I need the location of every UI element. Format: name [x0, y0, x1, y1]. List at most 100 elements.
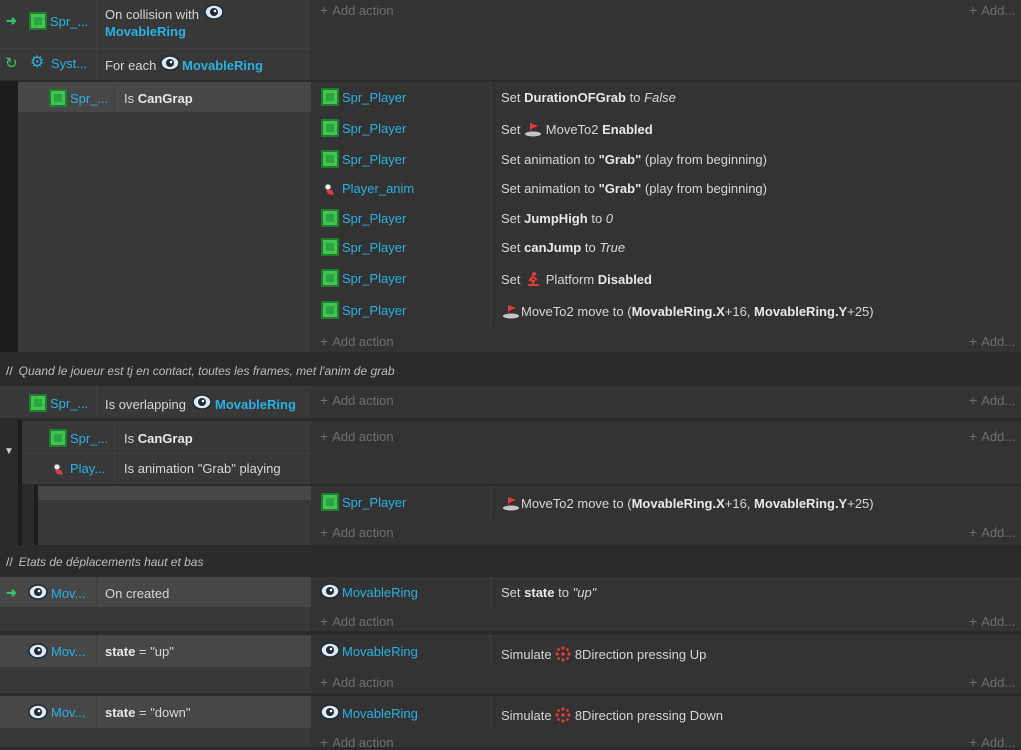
- action-text[interactable]: Set state to "up": [501, 585, 596, 601]
- divider: [0, 48, 311, 49]
- add-action-button[interactable]: + Add action: [320, 392, 394, 408]
- action-object[interactable]: MovableRing: [342, 706, 418, 722]
- action-text[interactable]: Simulate 8Direction pressing Up: [501, 646, 706, 663]
- sprite-icon: [321, 301, 339, 319]
- add-action-button[interactable]: + Add action: [320, 613, 394, 629]
- condition-object[interactable]: Spr_...: [50, 396, 88, 412]
- action-object[interactable]: MovableRing: [342, 585, 418, 601]
- action-object[interactable]: Spr_Player: [342, 152, 406, 168]
- add-action-button[interactable]: + Add action: [320, 674, 394, 690]
- sprite-icon: [321, 150, 339, 168]
- divider: [114, 82, 115, 112]
- action-object[interactable]: Player_anim: [342, 181, 414, 197]
- divider: [490, 635, 491, 667]
- action-object[interactable]: Spr_Player: [342, 121, 406, 137]
- action-object[interactable]: Spr_Player: [342, 271, 406, 287]
- 8direction-behavior-icon: [555, 646, 571, 662]
- condition-text[interactable]: Is overlapping: [105, 397, 186, 413]
- divider: [96, 0, 97, 80]
- action-object[interactable]: Spr_Player: [342, 90, 406, 106]
- condition-text[interactable]: Is CanGrap: [124, 91, 193, 107]
- condition-text[interactable]: On collision with: [105, 7, 199, 23]
- condition-object[interactable]: Syst...: [51, 56, 87, 72]
- sprite-icon: [321, 493, 339, 511]
- condition-row-highlight: [38, 486, 311, 500]
- action-object[interactable]: Spr_Player: [342, 303, 406, 319]
- condition-text[interactable]: For each: [105, 58, 156, 74]
- divider: [96, 635, 97, 667]
- add-action-button[interactable]: + Add action: [320, 734, 394, 750]
- condition-object[interactable]: Mov...: [51, 705, 85, 721]
- add-more-button[interactable]: + Add...: [969, 524, 1015, 540]
- trigger-arrow-icon: ➜: [6, 585, 17, 600]
- anim-icon: [324, 183, 334, 195]
- eye-icon: [320, 642, 340, 658]
- action-text[interactable]: Set canJump to True: [501, 240, 625, 256]
- anim-icon: [53, 463, 63, 475]
- condition-text[interactable]: state = "up": [105, 644, 174, 660]
- action-object[interactable]: Spr_Player: [342, 211, 406, 227]
- sub-event-indent-bar: [0, 81, 18, 352]
- action-text[interactable]: Simulate 8Direction pressing Down: [501, 707, 723, 724]
- add-more-button[interactable]: + Add...: [969, 613, 1015, 629]
- action-text[interactable]: Set DurationOFGrab to False: [501, 90, 676, 106]
- event-block-2-actions[interactable]: [311, 386, 1021, 418]
- condition-object[interactable]: Mov...: [51, 586, 85, 602]
- condition-text[interactable]: On created: [105, 586, 169, 602]
- condition-target[interactable]: MovableRing: [105, 24, 186, 40]
- action-text[interactable]: Set MoveTo2 Enabled: [501, 121, 653, 138]
- action-text[interactable]: MoveTo2 move to (MovableRing.X+16, Movab…: [501, 303, 874, 320]
- condition-target[interactable]: MovableRing: [182, 58, 263, 74]
- event-block-1-actions[interactable]: [311, 0, 1021, 80]
- eye-icon: [192, 394, 212, 410]
- sprite-icon: [321, 119, 339, 137]
- add-action-button[interactable]: + Add action: [320, 2, 394, 18]
- action-text[interactable]: Set JumpHigh to 0: [501, 211, 613, 227]
- add-more-button[interactable]: + Add...: [969, 428, 1015, 444]
- event-comment[interactable]: //Etats de déplacements haut et bas: [6, 555, 203, 569]
- sprite-icon: [29, 394, 47, 412]
- condition-text[interactable]: Is animation "Grab" playing: [124, 461, 281, 477]
- add-more-button[interactable]: + Add...: [969, 333, 1015, 349]
- sprite-icon: [321, 269, 339, 287]
- eye-icon: [320, 583, 340, 599]
- condition-object[interactable]: Spr_...: [50, 14, 88, 30]
- sub-event-2-actions[interactable]: [311, 421, 1021, 484]
- add-action-button[interactable]: + Add action: [320, 428, 394, 444]
- add-more-button[interactable]: + Add...: [969, 2, 1015, 18]
- add-more-button[interactable]: + Add...: [969, 734, 1015, 750]
- add-action-button[interactable]: + Add action: [320, 333, 394, 349]
- eye-icon: [160, 55, 180, 71]
- action-object[interactable]: MovableRing: [342, 644, 418, 660]
- eye-icon: [204, 4, 224, 20]
- condition-text[interactable]: Is CanGrap: [124, 431, 193, 447]
- add-more-button[interactable]: + Add...: [969, 674, 1015, 690]
- action-text[interactable]: Set Platform Disabled: [501, 271, 652, 288]
- action-text[interactable]: MoveTo2 move to (MovableRing.X+16, Movab…: [501, 495, 874, 512]
- moveto-behavior-icon: [525, 123, 542, 137]
- sprite-icon: [321, 238, 339, 256]
- sub-event-1-conditions[interactable]: [18, 82, 311, 352]
- condition-object[interactable]: Play...: [70, 461, 105, 477]
- eye-icon: [28, 643, 48, 659]
- eye-icon: [320, 704, 340, 720]
- add-action-button[interactable]: + Add action: [320, 524, 394, 540]
- condition-text[interactable]: state = "down": [105, 705, 191, 721]
- sprite-icon: [321, 88, 339, 106]
- condition-object[interactable]: Mov...: [51, 644, 85, 660]
- condition-object[interactable]: Spr_...: [70, 431, 108, 447]
- action-text[interactable]: Set animation to "Grab" (play from begin…: [501, 152, 767, 168]
- eye-icon: [28, 704, 48, 720]
- divider: [96, 696, 97, 728]
- action-object[interactable]: Spr_Player: [342, 240, 406, 256]
- action-text[interactable]: Set animation to "Grab" (play from begin…: [501, 181, 767, 197]
- collapse-arrow-icon[interactable]: ▼: [4, 446, 14, 457]
- divider: [96, 386, 97, 418]
- event-comment[interactable]: //Quand le joueur est tj en contact, tou…: [6, 364, 395, 378]
- gear-icon: ⚙: [30, 54, 45, 71]
- condition-object[interactable]: Spr_...: [70, 91, 108, 107]
- action-object[interactable]: Spr_Player: [342, 495, 406, 511]
- add-more-button[interactable]: + Add...: [969, 392, 1015, 408]
- moveto-behavior-icon: [503, 497, 519, 511]
- condition-target[interactable]: MovableRing: [215, 397, 296, 413]
